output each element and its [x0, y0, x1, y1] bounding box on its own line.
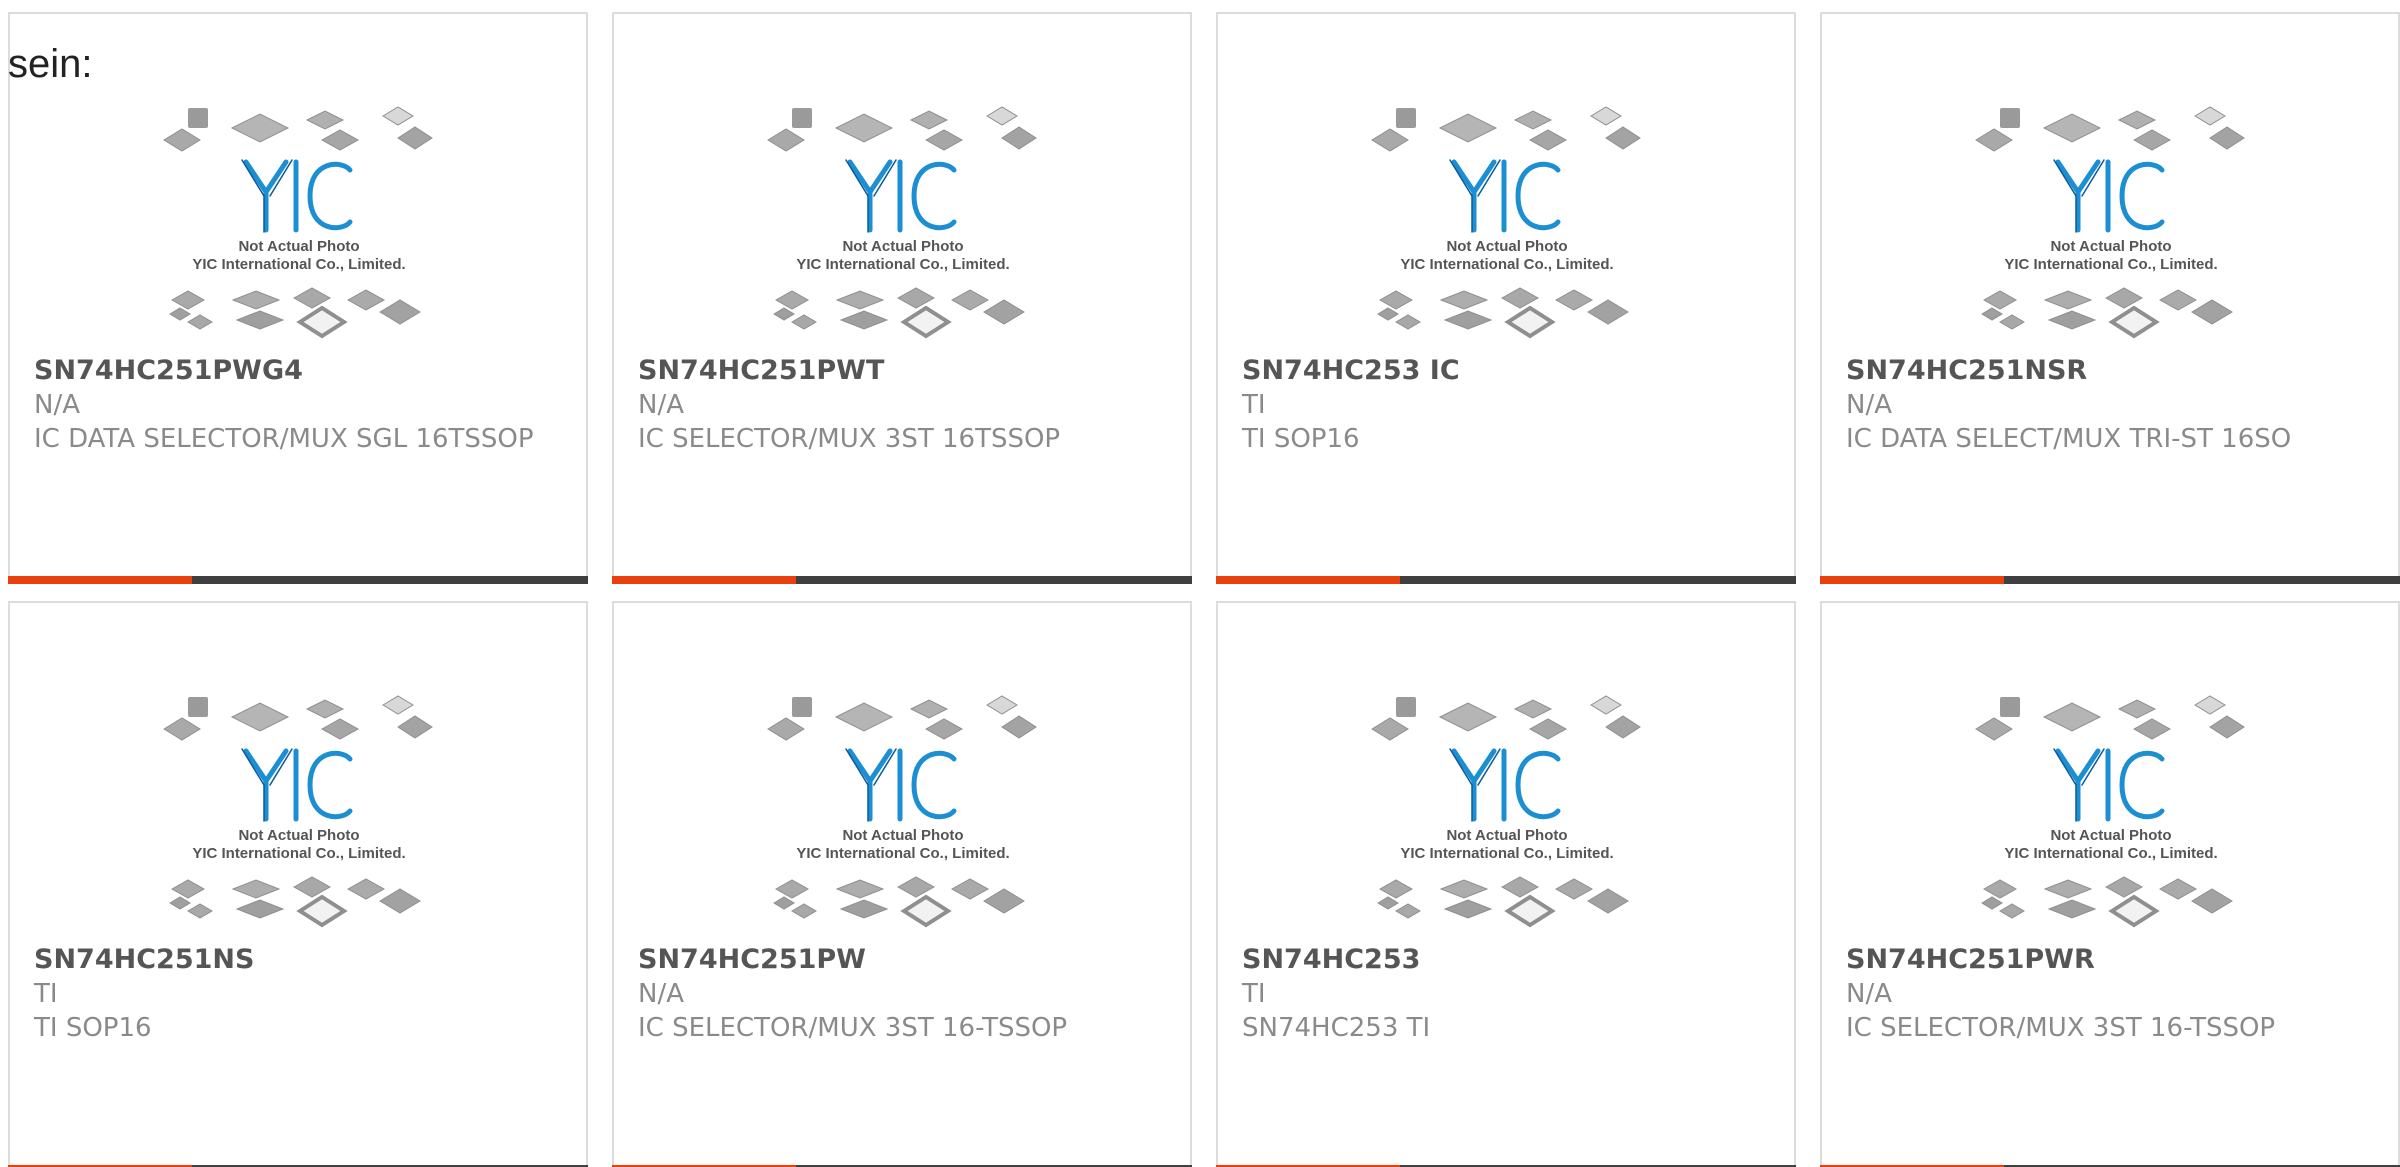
product-card[interactable]: Not Actual Photo YIC International Co., L… — [1216, 601, 1796, 1167]
manufacturer: TI — [1242, 979, 1266, 1009]
description: IC DATA SELECT/MUX TRI-ST 16SO — [1846, 424, 2292, 454]
product-grid: Not Actual Photo YIC International Co., L… — [8, 12, 2400, 1167]
part-number[interactable]: SN74HC251PWR — [1846, 943, 2366, 977]
description: IC DATA SELECTOR/MUX SGL 16TSSOP — [34, 424, 534, 454]
image-caption-line2: YIC International Co., Limited. — [796, 256, 1009, 273]
product-thumbnail[interactable]: Not Actual Photo YIC International Co., L… — [1972, 100, 2250, 340]
card-bottom-bar — [1820, 576, 2400, 584]
description: TI SOP16 — [34, 1013, 152, 1043]
yic-logo — [1449, 159, 1561, 233]
image-caption-line2: YIC International Co., Limited. — [192, 256, 405, 273]
chip-icons-bottom — [773, 287, 1025, 339]
chip-icons-top — [1975, 695, 2245, 741]
image-caption-line1: Not Actual Photo — [842, 827, 963, 844]
yic-logo — [845, 748, 957, 822]
product-info: SN74HC251PWT N/A IC SELECTOR/MUX 3ST 16T… — [638, 354, 1158, 456]
image-caption-line2: YIC International Co., Limited. — [192, 845, 405, 862]
card-accent — [612, 576, 796, 584]
product-thumbnail[interactable]: Not Actual Photo YIC International Co., L… — [1368, 689, 1646, 929]
description: SN74HC253 TI — [1242, 1013, 1431, 1043]
card-accent — [1820, 576, 2004, 584]
part-number[interactable]: SN74HC251PWG4 — [34, 354, 554, 388]
description: IC SELECTOR/MUX 3ST 16-TSSOP — [638, 1013, 1068, 1043]
product-card[interactable]: Not Actual Photo YIC International Co., L… — [612, 12, 1192, 584]
product-info: SN74HC253 IC TI TI SOP16 — [1242, 354, 1762, 456]
product-info: SN74HC251PWG4 N/A IC DATA SELECTOR/MUX S… — [34, 354, 554, 456]
description: TI SOP16 — [1242, 424, 1360, 454]
yic-logo — [241, 748, 353, 822]
product-grid-page: sein: Not Actual Photo YIC International … — [0, 0, 2400, 1167]
description: IC SELECTOR/MUX 3ST 16-TSSOP — [1846, 1013, 2276, 1043]
chip-icons-top — [163, 106, 433, 152]
manufacturer: TI — [1242, 390, 1266, 420]
manufacturer: TI — [34, 979, 58, 1009]
product-card[interactable]: Not Actual Photo YIC International Co., L… — [612, 601, 1192, 1167]
product-card[interactable]: Not Actual Photo YIC International Co., L… — [1216, 12, 1796, 584]
chip-icons-bottom — [169, 287, 421, 339]
chip-icons-top — [1371, 695, 1641, 741]
card-accent — [8, 576, 192, 584]
chip-icons-bottom — [1377, 876, 1629, 928]
manufacturer: N/A — [34, 390, 80, 420]
product-info: SN74HC253 TI SN74HC253 TI — [1242, 943, 1762, 1045]
description: IC SELECTOR/MUX 3ST 16TSSOP — [638, 424, 1061, 454]
product-info: SN74HC251PWR N/A IC SELECTOR/MUX 3ST 16-… — [1846, 943, 2366, 1045]
product-info: SN74HC251NSR N/A IC DATA SELECT/MUX TRI-… — [1846, 354, 2366, 456]
product-card[interactable]: Not Actual Photo YIC International Co., L… — [8, 12, 588, 584]
chip-icons-top — [1371, 106, 1641, 152]
yic-logo — [845, 159, 957, 233]
card-bottom-bar — [8, 576, 588, 584]
product-card[interactable]: Not Actual Photo YIC International Co., L… — [1820, 601, 2400, 1167]
chip-icons-top — [767, 695, 1037, 741]
product-info: SN74HC251PW N/A IC SELECTOR/MUX 3ST 16-T… — [638, 943, 1158, 1045]
product-card[interactable]: Not Actual Photo YIC International Co., L… — [8, 601, 588, 1167]
card-bottom-bar — [612, 576, 1192, 584]
image-caption-line1: Not Actual Photo — [2050, 827, 2171, 844]
card-bottom-bar — [1216, 576, 1796, 584]
product-thumbnail[interactable]: Not Actual Photo YIC International Co., L… — [1368, 100, 1646, 340]
image-caption-line1: Not Actual Photo — [2050, 238, 2171, 255]
chip-icons-bottom — [773, 876, 1025, 928]
yic-logo — [2053, 159, 2165, 233]
manufacturer: N/A — [1846, 979, 1892, 1009]
chip-icons-top — [767, 106, 1037, 152]
manufacturer: N/A — [638, 979, 684, 1009]
manufacturer: N/A — [638, 390, 684, 420]
image-caption-line1: Not Actual Photo — [1446, 827, 1567, 844]
chip-icons-top — [163, 695, 433, 741]
product-info: SN74HC251NS TI TI SOP16 — [34, 943, 554, 1045]
image-caption-line2: YIC International Co., Limited. — [2004, 256, 2217, 273]
card-accent — [1216, 576, 1400, 584]
part-number[interactable]: SN74HC251PW — [638, 943, 1158, 977]
image-caption-line2: YIC International Co., Limited. — [1400, 256, 1613, 273]
image-caption-line1: Not Actual Photo — [1446, 238, 1567, 255]
product-thumbnail[interactable]: Not Actual Photo YIC International Co., L… — [764, 100, 1042, 340]
image-caption-line2: YIC International Co., Limited. — [1400, 845, 1613, 862]
chip-icons-top — [1975, 106, 2245, 152]
chip-icons-bottom — [1981, 287, 2233, 339]
product-card[interactable]: Not Actual Photo YIC International Co., L… — [1820, 12, 2400, 584]
product-thumbnail[interactable]: Not Actual Photo YIC International Co., L… — [160, 100, 438, 340]
image-caption-line2: YIC International Co., Limited. — [796, 845, 1009, 862]
image-caption-line1: Not Actual Photo — [238, 827, 359, 844]
yic-logo — [241, 159, 353, 233]
part-number[interactable]: SN74HC253 IC — [1242, 354, 1762, 388]
part-number[interactable]: SN74HC251NS — [34, 943, 554, 977]
manufacturer: N/A — [1846, 390, 1892, 420]
stray-label: sein: — [8, 42, 93, 86]
yic-logo — [1449, 748, 1561, 822]
image-caption-line1: Not Actual Photo — [842, 238, 963, 255]
part-number[interactable]: SN74HC251PWT — [638, 354, 1158, 388]
yic-logo — [2053, 748, 2165, 822]
chip-icons-bottom — [1377, 287, 1629, 339]
part-number[interactable]: SN74HC253 — [1242, 943, 1762, 977]
product-thumbnail[interactable]: Not Actual Photo YIC International Co., L… — [764, 689, 1042, 929]
chip-icons-bottom — [1981, 876, 2233, 928]
chip-icons-bottom — [169, 876, 421, 928]
part-number[interactable]: SN74HC251NSR — [1846, 354, 2366, 388]
image-caption-line1: Not Actual Photo — [238, 238, 359, 255]
product-thumbnail[interactable]: Not Actual Photo YIC International Co., L… — [1972, 689, 2250, 929]
product-thumbnail[interactable]: Not Actual Photo YIC International Co., L… — [160, 689, 438, 929]
image-caption-line2: YIC International Co., Limited. — [2004, 845, 2217, 862]
